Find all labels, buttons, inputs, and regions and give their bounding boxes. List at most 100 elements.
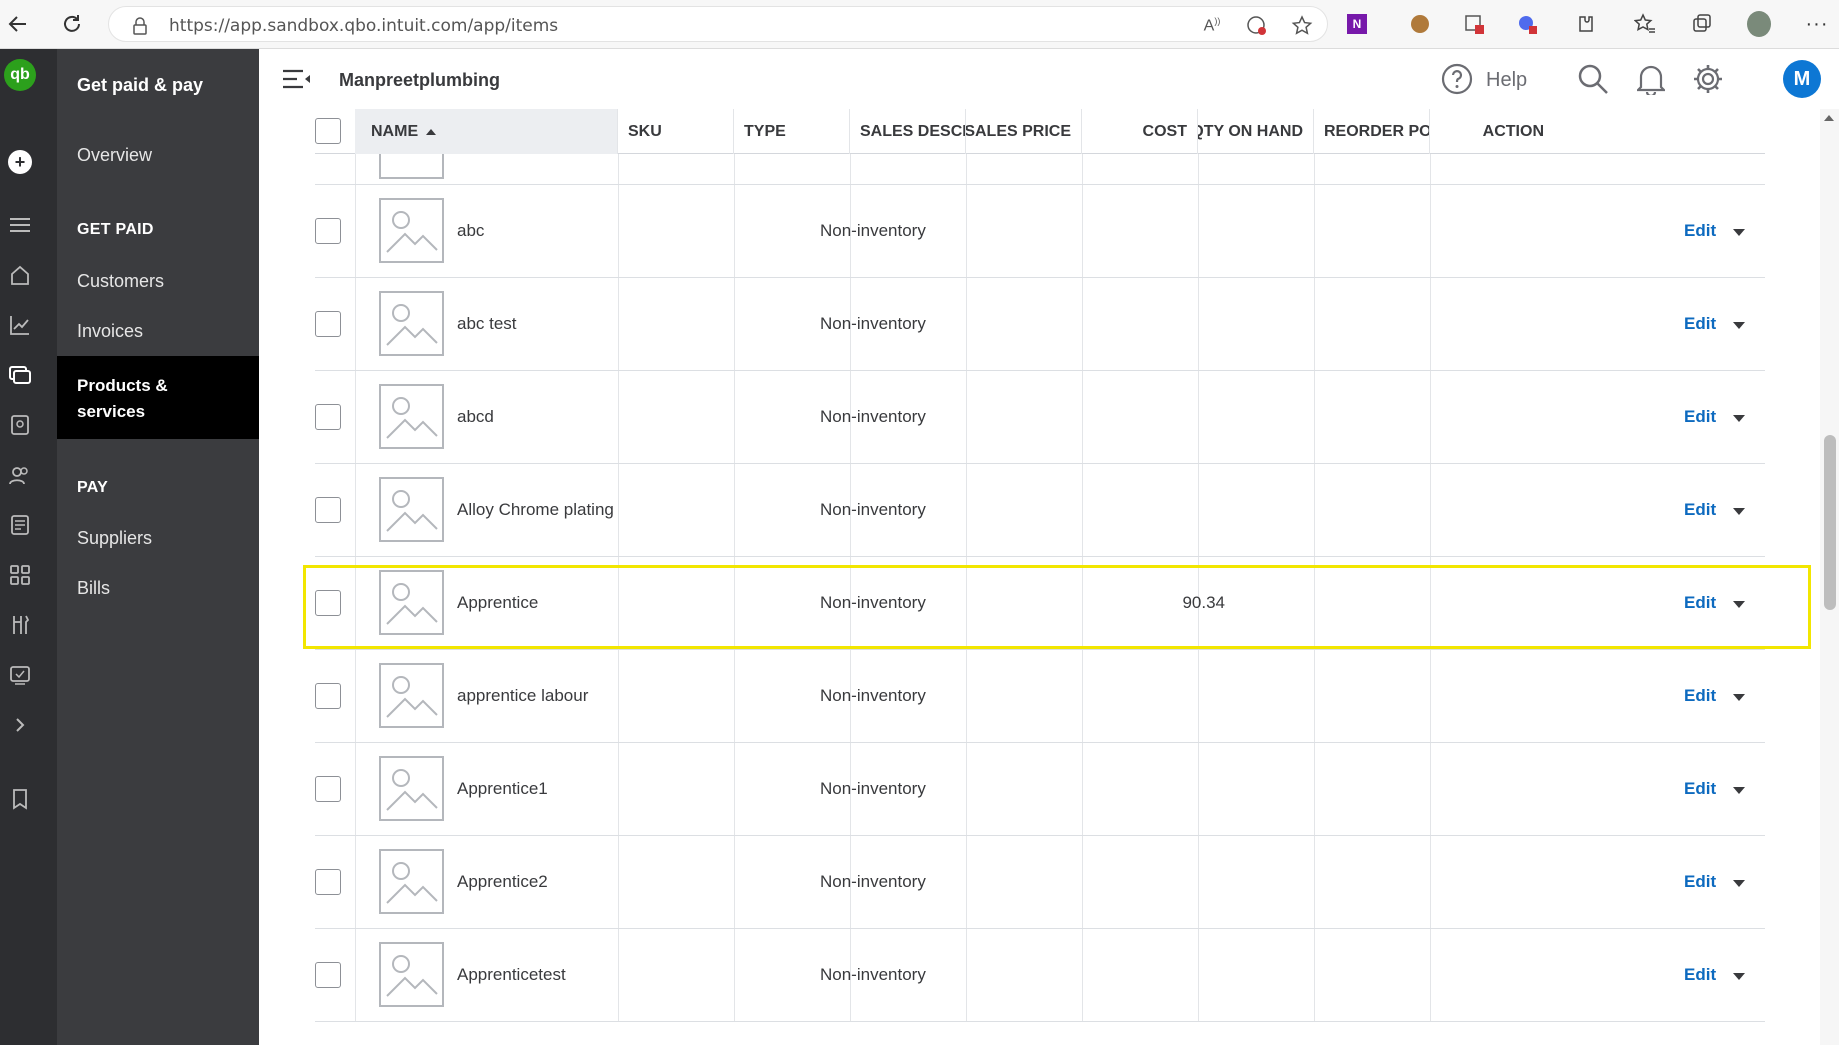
action-dropdown-caret-icon[interactable] — [1733, 694, 1745, 701]
bookmark-icon[interactable] — [8, 787, 32, 811]
row-checkbox[interactable] — [315, 869, 341, 895]
action-dropdown-caret-icon[interactable] — [1733, 508, 1745, 515]
item-image-placeholder-icon[interactable] — [379, 477, 444, 542]
item-image-placeholder-icon[interactable] — [379, 663, 444, 728]
item-name[interactable]: Apprentice2 — [457, 872, 548, 892]
help-label[interactable]: Help — [1486, 69, 1527, 92]
onenote-extension-icon[interactable]: N — [1345, 12, 1369, 36]
row-checkbox[interactable] — [315, 683, 341, 709]
column-header-qty-on-hand[interactable]: QTY ON HAND — [1198, 109, 1314, 154]
item-image-placeholder-icon[interactable] — [379, 384, 444, 449]
column-header-sales-price[interactable]: SALES PRICE — [966, 109, 1082, 154]
table-row[interactable]: Apprenticetest Non-inventory Edit — [315, 929, 1765, 1022]
add-favorite-icon[interactable] — [1291, 15, 1313, 37]
edit-link[interactable]: Edit — [1684, 686, 1716, 706]
vertical-scrollbar[interactable] — [1820, 109, 1839, 1045]
edit-link[interactable]: Edit — [1684, 965, 1716, 985]
action-dropdown-caret-icon[interactable] — [1733, 880, 1745, 887]
item-image-placeholder-icon[interactable] — [379, 849, 444, 914]
row-checkbox[interactable] — [315, 218, 341, 244]
apps-grid-icon[interactable] — [8, 563, 32, 587]
sparkle-extension-icon[interactable] — [1515, 12, 1539, 36]
home-icon[interactable] — [8, 263, 32, 287]
more-options-icon[interactable]: ··· — [1805, 12, 1829, 36]
action-dropdown-caret-icon[interactable] — [1733, 787, 1745, 794]
edit-link[interactable]: Edit — [1684, 500, 1716, 520]
chevron-right-icon[interactable] — [8, 713, 32, 737]
bookmark-extension-icon[interactable] — [1462, 12, 1486, 36]
table-row[interactable]: abc test Non-inventory Edit — [315, 278, 1765, 371]
notifications-bell-icon[interactable] — [1633, 61, 1669, 97]
reload-icon[interactable] — [58, 10, 86, 38]
column-header-sales-description[interactable]: SALES DESCRIPT — [850, 109, 966, 154]
edit-link[interactable]: Edit — [1684, 872, 1716, 892]
item-image-placeholder-icon[interactable] — [379, 756, 444, 821]
item-image-placeholder-icon[interactable] — [379, 198, 444, 263]
action-dropdown-caret-icon[interactable] — [1733, 973, 1745, 980]
taxes-icon[interactable] — [8, 513, 32, 537]
row-checkbox[interactable] — [315, 497, 341, 523]
edit-link[interactable]: Edit — [1684, 779, 1716, 799]
table-row[interactable]: abc Non-inventory Edit — [315, 185, 1765, 278]
item-image-placeholder-icon[interactable] — [379, 942, 444, 1007]
item-name[interactable]: abcd — [457, 407, 494, 427]
cookie-extension-icon[interactable] — [1408, 12, 1432, 36]
people-icon[interactable] — [8, 463, 32, 487]
item-image-placeholder-icon[interactable] — [379, 291, 444, 356]
profile-avatar-icon[interactable] — [1747, 11, 1771, 37]
sidenav-item-overview[interactable]: Overview — [77, 145, 152, 166]
edit-link[interactable]: Edit — [1684, 221, 1716, 241]
action-dropdown-caret-icon[interactable] — [1733, 415, 1745, 422]
table-row[interactable]: Apprentice1 Non-inventory Edit — [315, 743, 1765, 836]
create-new-icon[interactable]: + — [8, 150, 32, 174]
table-row[interactable]: Apprentice2 Non-inventory Edit — [315, 836, 1765, 929]
lock-icon[interactable] — [129, 15, 151, 37]
get-paid-pay-icon[interactable] — [8, 363, 32, 387]
scroll-up-icon[interactable] — [1824, 115, 1834, 121]
sidenav-item-customers[interactable]: Customers — [77, 271, 164, 292]
collections-icon[interactable] — [1690, 12, 1714, 36]
table-row[interactable]: abcd Non-inventory Edit — [315, 371, 1765, 464]
table-row[interactable]: Alloy Chrome plating Non-inventory Edit — [315, 464, 1765, 557]
settings-gear-icon[interactable] — [1690, 61, 1726, 97]
item-name[interactable]: abc test — [457, 314, 517, 334]
column-header-name[interactable]: NAME — [355, 109, 618, 154]
table-row[interactable]: apprentice labour Non-inventory Edit — [315, 650, 1765, 743]
read-aloud-icon[interactable]: A)) — [1201, 15, 1223, 37]
row-checkbox[interactable] — [315, 311, 341, 337]
collapse-menu-icon[interactable] — [279, 61, 315, 97]
column-header-reorder-point[interactable]: REORDER POINT — [1314, 109, 1430, 154]
extensions-icon[interactable] — [1573, 12, 1597, 36]
search-icon[interactable] — [1575, 61, 1611, 97]
select-all-checkbox[interactable] — [315, 118, 341, 144]
scrollbar-thumb[interactable] — [1824, 435, 1836, 610]
item-name[interactable]: apprentice labour — [457, 686, 588, 706]
row-checkbox[interactable] — [315, 776, 341, 802]
item-name[interactable]: abc — [457, 221, 484, 241]
payroll-icon[interactable] — [8, 663, 32, 687]
url-text[interactable]: https://app.sandbox.qbo.intuit.com/app/i… — [169, 16, 558, 36]
column-header-sku[interactable]: SKU — [618, 109, 734, 154]
row-checkbox[interactable] — [315, 962, 341, 988]
user-avatar[interactable]: M — [1783, 60, 1821, 98]
address-bar[interactable]: https://app.sandbox.qbo.intuit.com/app/i… — [108, 6, 1328, 42]
edit-link[interactable]: Edit — [1684, 314, 1716, 334]
sidenav-item-invoices[interactable]: Invoices — [77, 321, 143, 342]
sidenav-item-products-services[interactable]: Products & services — [57, 356, 259, 439]
company-name[interactable]: Manpreetplumbing — [339, 70, 500, 91]
accounting-icon[interactable] — [8, 413, 32, 437]
sidenav-item-suppliers[interactable]: Suppliers — [77, 528, 152, 549]
back-arrow-icon[interactable] — [4, 10, 32, 38]
column-header-cost[interactable]: COST — [1082, 109, 1198, 154]
item-name[interactable]: Apprenticetest — [457, 965, 566, 985]
reports-chart-icon[interactable] — [8, 313, 32, 337]
item-name[interactable]: Apprentice1 — [457, 779, 548, 799]
tracking-prevention-icon[interactable] — [1246, 15, 1268, 37]
quickbooks-logo-icon[interactable]: qb — [4, 59, 36, 91]
item-name[interactable]: Alloy Chrome plating — [457, 500, 614, 520]
help-icon[interactable] — [1439, 61, 1475, 97]
favorites-icon[interactable] — [1633, 12, 1657, 36]
edit-link[interactable]: Edit — [1684, 407, 1716, 427]
row-checkbox[interactable] — [315, 404, 341, 430]
menu-icon[interactable] — [8, 213, 32, 237]
